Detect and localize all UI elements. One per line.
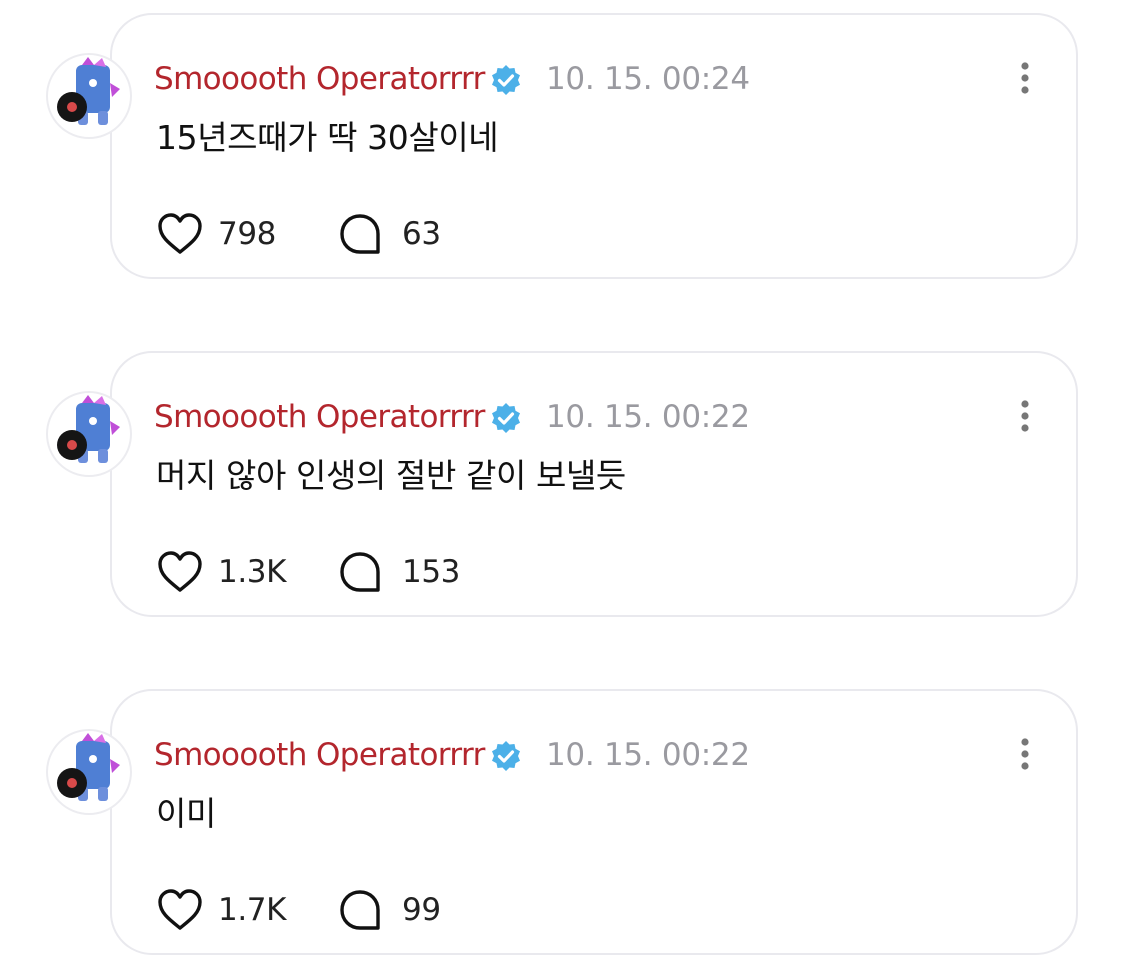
verified-badge-icon bbox=[492, 403, 520, 433]
post-text: 15년즈때가 딱 30살이네 bbox=[156, 118, 499, 157]
author-name[interactable]: Smooooth Operatorrrr bbox=[154, 59, 485, 99]
more-vertical-icon[interactable] bbox=[1010, 57, 1040, 99]
verified-badge-icon bbox=[492, 741, 520, 771]
more-vertical-icon[interactable] bbox=[1010, 395, 1040, 437]
avatar[interactable] bbox=[46, 391, 132, 477]
like-button[interactable]: 1.3K bbox=[156, 549, 286, 595]
heart-icon bbox=[158, 551, 202, 592]
more-vertical-icon[interactable] bbox=[1010, 733, 1040, 775]
reply-count: 63 bbox=[402, 216, 441, 252]
speech-bubble-icon bbox=[340, 552, 380, 592]
reply-button[interactable]: 153 bbox=[338, 549, 460, 595]
avatar[interactable] bbox=[46, 729, 132, 815]
post-item[interactable]: Smooooth Operatorrrr 10. 15. 00:22 머지 않아… bbox=[0, 351, 1125, 621]
heart-icon bbox=[158, 889, 202, 930]
post-timestamp: 10. 15. 00:22 bbox=[546, 399, 750, 435]
like-button[interactable]: 798 bbox=[156, 211, 276, 257]
post-text: 머지 않아 인생의 절반 같이 보낼듯 bbox=[156, 456, 626, 495]
post-timestamp: 10. 15. 00:24 bbox=[546, 61, 750, 97]
author-name[interactable]: Smooooth Operatorrrr bbox=[154, 397, 485, 437]
avatar[interactable] bbox=[46, 53, 132, 139]
speech-bubble-icon bbox=[340, 214, 380, 254]
reply-button[interactable]: 63 bbox=[338, 211, 441, 257]
like-count: 798 bbox=[218, 216, 276, 252]
heart-icon bbox=[158, 213, 202, 254]
like-count: 1.3K bbox=[218, 554, 287, 590]
speech-bubble-icon bbox=[340, 890, 380, 930]
like-button[interactable]: 1.7K bbox=[156, 887, 286, 933]
post-timestamp: 10. 15. 00:22 bbox=[546, 737, 750, 773]
post-text: 이미 bbox=[156, 794, 216, 833]
post-item[interactable]: Smooooth Operatorrrr 10. 15. 00:24 15년즈때… bbox=[0, 13, 1125, 283]
post-item[interactable]: Smooooth Operatorrrr 10. 15. 00:22 이미 1.… bbox=[0, 689, 1125, 959]
reply-button[interactable]: 99 bbox=[338, 887, 441, 933]
reply-count: 99 bbox=[402, 892, 441, 928]
reply-count: 153 bbox=[402, 554, 460, 590]
verified-badge-icon bbox=[492, 65, 520, 95]
like-count: 1.7K bbox=[218, 892, 287, 928]
author-name[interactable]: Smooooth Operatorrrr bbox=[154, 735, 485, 775]
